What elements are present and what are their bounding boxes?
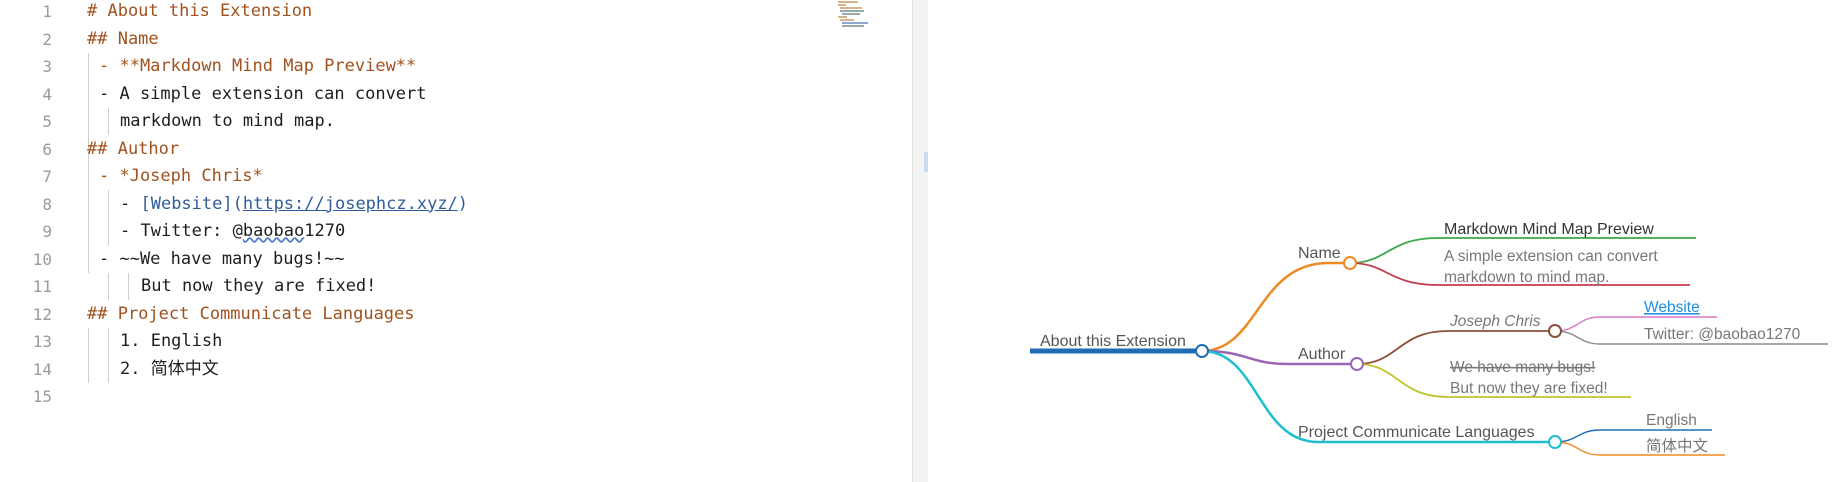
italic-line: - *Joseph Chris* <box>99 166 263 186</box>
spelling-flag[interactable]: baobao <box>243 221 304 241</box>
mm-label-root[interactable]: About this Extension <box>1040 333 1186 350</box>
code-line: - **Markdown Mind Map Preview** <box>99 53 416 81</box>
code-line: - Twitter: @baobao1270 <box>120 218 345 246</box>
code-line: - ~~We have many bugs!~~ <box>99 248 345 269</box>
minimap[interactable] <box>838 0 876 28</box>
editor-scrollbar[interactable] <box>912 0 929 482</box>
mm-node-languages[interactable] <box>1548 435 1562 449</box>
text-prefix: - Twitter: @ <box>120 221 243 241</box>
mm-node-author[interactable] <box>1350 357 1364 371</box>
mm-label-english[interactable]: English <box>1646 412 1697 429</box>
bold-text: - **Markdown Mind Map Preview** <box>99 56 417 76</box>
heading-line: ## Name <box>87 28 159 49</box>
mm-label-languages[interactable]: Project Communicate Languages <box>1298 424 1535 441</box>
mm-node-root[interactable] <box>1195 344 1209 358</box>
mm-label-name[interactable]: Name <box>1298 245 1341 262</box>
mm-label-bugs[interactable]: We have many bugs! <box>1450 359 1595 376</box>
code-line: - A simple extension can convert <box>99 83 427 104</box>
mm-label-author[interactable]: Author <box>1298 346 1346 363</box>
link-url[interactable]: https://josephcz.xyz/ <box>243 194 458 214</box>
mm-link-website-label[interactable]: Website <box>1644 299 1700 316</box>
list-dash: - <box>120 193 141 214</box>
heading-line: ## Project Communicate Languages <box>87 303 415 324</box>
code-line: But now they are fixed! <box>141 276 377 296</box>
mm-label-name-desc-1[interactable]: A simple extension can convert <box>1444 248 1658 265</box>
mm-label-name-desc-2[interactable]: markdown to mind map. <box>1444 269 1609 286</box>
mm-label-author-name[interactable]: Joseph Chris <box>1449 313 1541 330</box>
heading-line: ## Author <box>87 138 180 159</box>
code-line: 2. 简体中文 <box>120 358 219 379</box>
link-paren: ) <box>457 193 469 214</box>
text-suffix: 1270 <box>304 221 346 241</box>
mm-label-chinese[interactable]: 简体中文 <box>1646 437 1708 455</box>
mind-map-preview[interactable]: About this Extension Name Markdown Mind … <box>928 0 1835 482</box>
code-line: markdown to mind map. <box>120 111 335 131</box>
app-window: 1 2 3 4 5 6 7 8 9 10 11 12 13 14 15 # Ab… <box>0 0 1835 482</box>
code-line: 1. English <box>120 331 223 351</box>
mm-label-name-title[interactable]: Markdown Mind Map Preview <box>1444 221 1654 238</box>
mm-link-name <box>1201 261 1350 353</box>
mm-node-name[interactable] <box>1343 256 1357 270</box>
markdown-editor[interactable]: 1 2 3 4 5 6 7 8 9 10 11 12 13 14 15 # Ab… <box>0 0 912 482</box>
mm-node-author-name[interactable] <box>1548 324 1562 338</box>
heading-line: # About this Extension <box>87 1 313 21</box>
link-paren: ( <box>232 193 243 214</box>
code-area[interactable]: # About this Extension ## Name - **Markd… <box>0 0 912 482</box>
code-line: - [Website](https://josephcz.xyz/) <box>120 191 468 219</box>
link-label[interactable]: [Website] <box>140 194 232 214</box>
mm-label-twitter[interactable]: Twitter: @baobao1270 <box>1644 326 1801 343</box>
mind-map-canvas[interactable]: About this Extension Name Markdown Mind … <box>928 0 1835 482</box>
mm-label-fixed[interactable]: But now they are fixed! <box>1450 380 1608 397</box>
